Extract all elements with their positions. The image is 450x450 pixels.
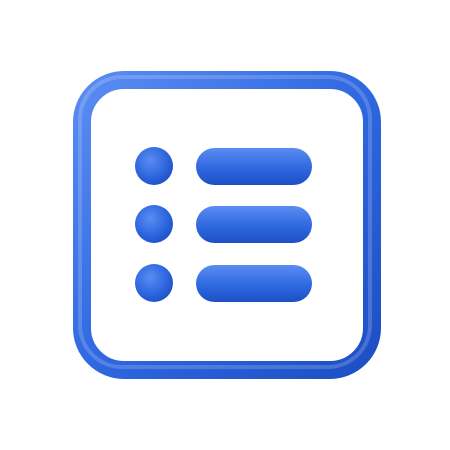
list-bullet-dot xyxy=(135,205,173,243)
list-icon xyxy=(73,71,381,379)
list-line-bar xyxy=(196,206,312,243)
icon-canvas xyxy=(0,0,450,450)
list-bullet-dot xyxy=(135,147,173,185)
list-bullet-dot xyxy=(135,264,173,302)
list-line-bar xyxy=(196,148,312,185)
list-line-bar xyxy=(196,265,312,302)
